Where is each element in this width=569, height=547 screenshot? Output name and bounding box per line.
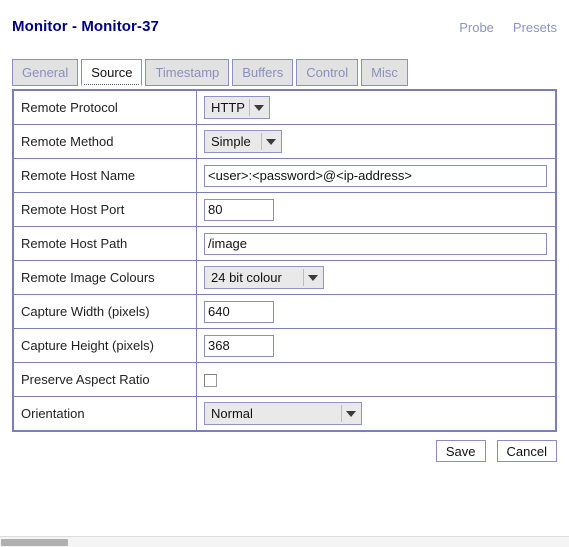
capture-width-input[interactable] bbox=[204, 300, 274, 323]
row-label-remote-protocol: Remote Protocol bbox=[12, 89, 197, 125]
horizontal-scrollbar-thumb[interactable] bbox=[1, 539, 68, 546]
row-label-remote-host-port: Remote Host Port bbox=[12, 192, 197, 227]
row-label-remote-image-colours: Remote Image Colours bbox=[12, 260, 197, 295]
row-value-capture-width bbox=[196, 294, 557, 329]
save-button[interactable]: Save bbox=[435, 440, 486, 462]
table-row: Remote Image Colours 24 bit colour bbox=[12, 260, 557, 295]
chevron-down-icon bbox=[261, 133, 279, 150]
row-value-preserve-aspect-ratio bbox=[196, 362, 557, 397]
remote-image-colours-select-value: 24 bit colour bbox=[211, 270, 282, 285]
chevron-down-icon bbox=[303, 269, 321, 286]
cancel-button[interactable]: Cancel bbox=[496, 440, 557, 462]
remote-host-path-input[interactable] bbox=[204, 232, 547, 255]
remote-host-port-input[interactable] bbox=[204, 198, 274, 221]
table-row: Remote Host Name bbox=[12, 158, 557, 193]
row-label-capture-height: Capture Height (pixels) bbox=[12, 328, 197, 363]
row-label-capture-width: Capture Width (pixels) bbox=[12, 294, 197, 329]
table-row: Orientation Normal bbox=[12, 396, 557, 432]
table-row: Remote Host Port bbox=[12, 192, 557, 227]
tab-buffers[interactable]: Buffers bbox=[232, 59, 294, 86]
form-actions: Save Cancel bbox=[435, 440, 557, 462]
remote-host-name-input[interactable] bbox=[204, 164, 547, 187]
row-label-remote-host-name: Remote Host Name bbox=[12, 158, 197, 193]
table-row: Remote Protocol HTTP bbox=[12, 89, 557, 125]
table-row: Preserve Aspect Ratio bbox=[12, 362, 557, 397]
chevron-down-icon bbox=[249, 99, 267, 116]
tab-timestamp[interactable]: Timestamp bbox=[145, 59, 230, 86]
remote-protocol-select-value: HTTP bbox=[211, 100, 245, 115]
capture-height-input[interactable] bbox=[204, 334, 274, 357]
monitor-config-page: Monitor - Monitor-37 Probe Presets Gener… bbox=[0, 0, 569, 536]
tab-general[interactable]: General bbox=[12, 59, 79, 86]
table-row: Capture Height (pixels) bbox=[12, 328, 557, 363]
row-value-capture-height bbox=[196, 328, 557, 363]
row-value-remote-protocol: HTTP bbox=[196, 89, 557, 125]
orientation-select[interactable]: Normal bbox=[204, 402, 362, 425]
row-label-preserve-aspect-ratio: Preserve Aspect Ratio bbox=[12, 362, 197, 397]
row-label-remote-host-path: Remote Host Path bbox=[12, 226, 197, 261]
table-row: Remote Host Path bbox=[12, 226, 557, 261]
row-value-remote-host-port bbox=[196, 192, 557, 227]
row-value-remote-host-name bbox=[196, 158, 557, 193]
remote-method-select-value: Simple bbox=[211, 134, 251, 149]
row-value-remote-host-path bbox=[196, 226, 557, 261]
row-value-orientation: Normal bbox=[196, 396, 557, 432]
tab-source[interactable]: Source bbox=[81, 59, 143, 86]
remote-method-select[interactable]: Simple bbox=[204, 130, 282, 153]
page-title: Monitor - Monitor-37 bbox=[12, 18, 159, 35]
chevron-down-icon bbox=[341, 405, 359, 422]
row-value-remote-image-colours: 24 bit colour bbox=[196, 260, 557, 295]
row-label-remote-method: Remote Method bbox=[12, 124, 197, 159]
probe-link[interactable]: Probe bbox=[459, 20, 494, 35]
presets-link[interactable]: Presets bbox=[513, 20, 557, 35]
tab-control[interactable]: Control bbox=[296, 59, 359, 86]
source-settings-table: Remote Protocol HTTP Remote Method Simpl… bbox=[12, 89, 557, 432]
table-row: Remote Method Simple bbox=[12, 124, 557, 159]
horizontal-scrollbar[interactable] bbox=[0, 536, 569, 547]
page-header: Monitor - Monitor-37 Probe Presets bbox=[0, 0, 569, 42]
row-value-remote-method: Simple bbox=[196, 124, 557, 159]
orientation-select-value: Normal bbox=[211, 406, 253, 421]
remote-protocol-select[interactable]: HTTP bbox=[204, 96, 270, 119]
tab-misc[interactable]: Misc bbox=[361, 59, 408, 86]
preserve-aspect-ratio-checkbox[interactable] bbox=[204, 374, 217, 388]
table-row: Capture Width (pixels) bbox=[12, 294, 557, 329]
header-links: Probe Presets bbox=[459, 20, 557, 35]
tab-bar: General Source Timestamp Buffers Control… bbox=[12, 59, 408, 86]
remote-image-colours-select[interactable]: 24 bit colour bbox=[204, 266, 324, 289]
row-label-orientation: Orientation bbox=[12, 396, 197, 432]
